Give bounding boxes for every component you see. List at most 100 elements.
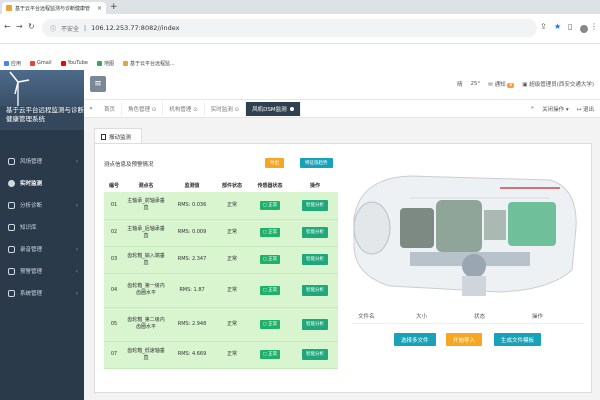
part-state: 正常 (216, 341, 248, 369)
feature-trend-button[interactable]: 特征值趋势 (300, 158, 333, 168)
sidebar-item-knowledge[interactable]: 知识库 (0, 216, 84, 238)
user-menu[interactable]: ▣ 超级管理员(西安交通大学) (522, 80, 594, 88)
sidebar-panel-icon[interactable]: ▯ (568, 22, 572, 31)
smart-analysis-button[interactable]: 智能分析 (302, 199, 328, 211)
profile-avatar[interactable] (580, 25, 588, 33)
smart-analysis-button[interactable]: 智能分析 (302, 254, 328, 265)
list-icon (8, 245, 15, 253)
part-state: 正常 (216, 273, 248, 308)
tabs-scroll-right-icon[interactable]: » (531, 105, 534, 113)
close-tab-icon[interactable] (289, 106, 294, 111)
gearbox-shape (436, 200, 482, 252)
tabs-actions: » 关闭操作 ▾ ↦ 退出 (531, 105, 600, 113)
row-number: 02 (104, 219, 124, 247)
close-ops-dropdown[interactable]: 关闭操作 ▾ (542, 105, 569, 113)
file-table-header: 文件名 大小 状态 操作 (352, 310, 584, 324)
monitor-value: RMS: 2.347 (168, 246, 216, 274)
back-icon[interactable]: ← (4, 22, 11, 31)
chevron-left-icon: ‹ (75, 289, 78, 297)
new-tab-button[interactable]: + (110, 2, 118, 12)
sensor-status-badge: ◻ 正常 (259, 319, 281, 329)
gmail-icon (30, 60, 36, 66)
address-bar[interactable]: ⓘ 不安全 | 106.12.253.77:8082//index (42, 19, 537, 37)
youtube-icon (60, 60, 66, 66)
part-state: 正常 (216, 246, 248, 274)
close-tab-icon[interactable]: × (97, 5, 102, 12)
notice-count-badge: 8 (507, 83, 515, 88)
wind-turbine-icon (9, 71, 30, 106)
sensor-status-badge: ◻ 正常 (259, 285, 281, 295)
bookmark-gmail[interactable]: Gmail (30, 60, 52, 66)
share-icon[interactable]: ⇪ (540, 22, 547, 31)
part-state: 正常 (216, 307, 248, 342)
sensor-status-badge: ◻ 正常 (259, 228, 281, 237)
tab-dsm-monitor[interactable]: 风机DSM监测 (246, 101, 301, 116)
coupling-shape (484, 210, 506, 240)
tab-org-management[interactable]: 机构管理 ⊙ (163, 101, 205, 116)
select-files-button[interactable]: 选择多文件 (394, 333, 436, 346)
sidebar-item-analysis[interactable]: 分析诊断 ‹ (0, 194, 84, 216)
sidebar-item-alerts[interactable]: 预警管理 ‹ (0, 260, 84, 282)
yaw-bearing-shape (462, 254, 486, 278)
forward-icon[interactable]: → (16, 22, 23, 31)
chevron-left-icon: ‹ (75, 201, 78, 209)
temperature-label: 25° (470, 81, 481, 87)
page-tabs-bar: « 首页 角色管理 ⊙ 机构管理 ⊙ 实时监测 ⊙ 风机DSM监测 » 关闭操作… (84, 100, 600, 118)
table-header-row: 编号 测点名 监测值 部件状态 传感器状态 操作 (104, 178, 338, 192)
tab-realtime[interactable]: 实时监测 ⊙ (205, 101, 247, 116)
export-button[interactable]: 导出 (265, 158, 284, 168)
start-import-button[interactable]: 开始导入 (446, 333, 483, 346)
sidebar-item-system[interactable]: 系统管理 ‹ (0, 282, 84, 304)
browser-tab[interactable]: 基于云平台远程监测与诊断健康管 × (2, 2, 106, 14)
menu-toggle-button[interactable]: ≡ (90, 76, 106, 92)
bookmark-youtube[interactable]: YouTube (60, 60, 88, 66)
monitor-value: RMS: 2.948 (168, 307, 216, 342)
turbine-nacelle-diagram (353, 175, 577, 296)
smart-analysis-button[interactable]: 智能分析 (302, 284, 328, 296)
apps-grid-icon (4, 60, 9, 66)
monitor-value: RMS: 4.669 (168, 341, 216, 369)
table-row: 05 齿轮箱_第二级内齿圈水平 RMS: 2.948 正常 ◻ 正常 智能分析 (104, 307, 338, 342)
tab-role-management[interactable]: 角色管理 ⊙ (122, 101, 164, 116)
url-text: 106.12.253.77:8082//index (91, 24, 180, 32)
monitor-icon (8, 179, 15, 187)
sidebar: 基于云平台远程监测与诊断健康管理系统 风场管理 ‹ 实时监测 分析诊断 ‹ 知识库 … (0, 70, 84, 400)
sidebar-item-recording[interactable]: 录音管理 ‹ (0, 238, 84, 260)
monitor-value: RMS: 0.036 (168, 192, 216, 220)
weather-label: 晴 (456, 82, 463, 88)
point-name: 齿轮箱_第二级内齿圈水平 (124, 307, 168, 342)
bookmark-site[interactable]: 基于云平台远程监... (122, 60, 175, 67)
star-icon[interactable]: ★ (554, 22, 561, 31)
tabs-scroll-left-icon[interactable]: « (84, 105, 98, 112)
security-label: 不安全 (61, 25, 80, 33)
exit-button[interactable]: ↦ 退出 (577, 105, 594, 113)
sensor-status-badge: ◻ 正常 (259, 350, 281, 359)
tab-home[interactable]: 首页 (98, 101, 123, 116)
table-title: 测点信息及预警情况 (104, 162, 154, 168)
header-right: 晴 25° ✉ 通知 8 ▣ 超级管理员(西安交通大学) (457, 80, 594, 88)
smart-analysis-button[interactable]: 智能分析 (302, 227, 328, 238)
reload-icon[interactable]: ↻ (28, 22, 35, 31)
book-icon (8, 223, 15, 231)
smart-analysis-button[interactable]: 智能分析 (302, 318, 328, 330)
column-header: 传感器状态 (248, 178, 292, 192)
row-number: 04 (104, 273, 124, 308)
more-menu-icon[interactable]: ⋮ (590, 22, 598, 31)
generator-shape (508, 202, 556, 246)
table-row: 04 齿轮箱_第一级内齿圈水平 RMS: 1.87 正常 ◻ 正常 智能分析 (104, 273, 338, 308)
generate-template-button[interactable]: 生成文件模板 (494, 333, 542, 346)
bookmark-maps[interactable]: 地图 (96, 60, 114, 67)
notice-button[interactable]: ✉ 通知 8 (488, 80, 515, 88)
hub-shape (353, 201, 391, 255)
bookmarks-bar: 应用 Gmail YouTube 地图 基于云平台远程监... (0, 57, 600, 69)
point-name: 主轴承_后轴承垂直 (124, 219, 168, 247)
sidebar-item-wind-farm[interactable]: 风场管理 ‹ (0, 150, 84, 172)
point-name: 齿轮箱_低速轴垂直 (124, 341, 168, 369)
tab-vibration-monitor[interactable]: 振动监测 (94, 128, 142, 144)
sidebar-item-realtime[interactable]: 实时监测 (0, 172, 84, 194)
column-header: 监测值 (168, 178, 216, 192)
smart-analysis-button[interactable]: 智能分析 (302, 349, 328, 360)
column-header: 测点名 (124, 178, 168, 192)
site-favicon-icon (6, 5, 12, 11)
bookmark-apps[interactable]: 应用 (4, 60, 21, 67)
